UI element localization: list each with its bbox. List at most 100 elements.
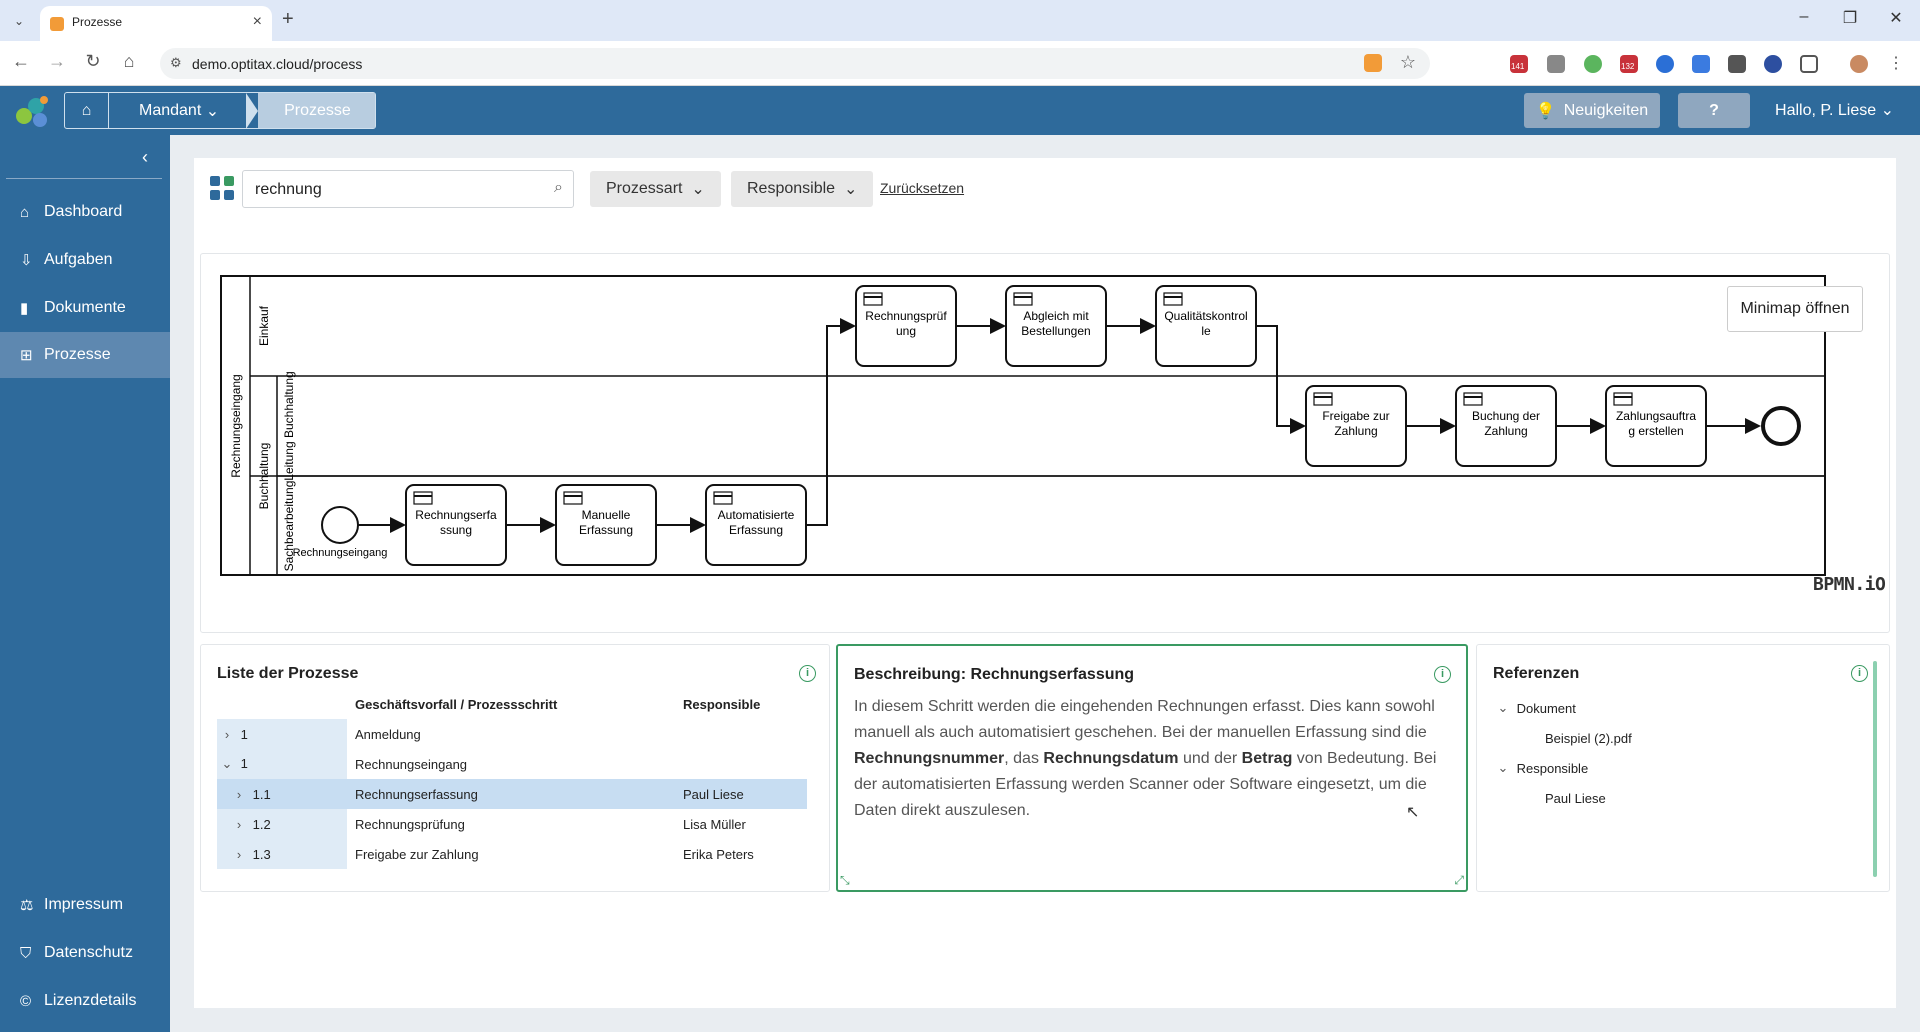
- task-label-line: Abgleich mit: [1023, 309, 1089, 323]
- tree-label: Responsible: [1516, 760, 1589, 776]
- close-tab-icon[interactable]: ×: [253, 13, 262, 31]
- browser-tab[interactable]: Prozesse ×: [40, 6, 272, 41]
- sidebar-item-dokumente[interactable]: ▮ Dokumente: [0, 285, 170, 331]
- bookmark-star-icon[interactable]: ☆: [1400, 52, 1416, 73]
- bpmn-io-logo[interactable]: BPMN.iO: [1813, 574, 1886, 595]
- breadcrumb-current[interactable]: Prozesse: [258, 93, 375, 128]
- row-number-cell[interactable]: › 1.2: [217, 809, 347, 839]
- expand-icon[interactable]: ›: [229, 817, 249, 832]
- process-list-panel: Liste der Prozesse i Geschäftsvorfall / …: [200, 644, 830, 892]
- back-icon[interactable]: ←: [8, 51, 34, 72]
- collapse-sidebar-icon[interactable]: ‹: [142, 147, 148, 168]
- puzzle-icon[interactable]: [1800, 55, 1818, 73]
- start-event-label: Rechnungseingang: [293, 547, 388, 559]
- search-input[interactable]: rechnung ⌕: [242, 170, 574, 208]
- minimap-button[interactable]: Minimap öffnen: [1727, 286, 1863, 332]
- minimize-icon[interactable]: –: [1784, 8, 1824, 26]
- table-row[interactable]: › 1.3 Freigabe zur Zahlung Erika Peters: [217, 839, 807, 869]
- row-number-cell[interactable]: › 1: [217, 719, 347, 749]
- home-icon: ⌂: [81, 101, 92, 119]
- sidebar-item-prozesse[interactable]: ⊞ Prozesse: [0, 332, 170, 378]
- close-window-icon[interactable]: ✕: [1876, 8, 1916, 28]
- calendar-extension-icon[interactable]: 141: [1510, 55, 1528, 73]
- image-extension-icon[interactable]: [1728, 55, 1746, 73]
- task-freigabe-zahlung: Freigabe zur Zahlung: [1305, 385, 1407, 467]
- row-responsible: [683, 719, 807, 749]
- scrollbar[interactable]: [1873, 661, 1877, 877]
- task-automatisierte-erfassung: Automatisierte Erfassung: [705, 484, 807, 566]
- filter-prozessart[interactable]: Prozessart ⌄: [590, 171, 721, 207]
- end-event: [1761, 406, 1801, 446]
- sidebar-item-impressum[interactable]: ⚖ Impressum: [0, 882, 170, 928]
- chevron-down-icon: ⌄: [1497, 760, 1509, 775]
- profile-avatar[interactable]: [1850, 55, 1868, 73]
- divider: [6, 178, 162, 179]
- tree-group-responsible[interactable]: ⌄ Responsible: [1493, 753, 1632, 783]
- add-process-icon[interactable]: [210, 176, 234, 200]
- sidebar-item-label: Impressum: [44, 896, 124, 913]
- info-icon[interactable]: i: [799, 665, 816, 682]
- sidebar-item-dashboard[interactable]: ⌂ Dashboard: [0, 189, 170, 235]
- extension-icon[interactable]: [1764, 55, 1782, 73]
- favicon-icon: [50, 17, 64, 31]
- desc-text: In diesem Schritt werden die eingehenden…: [854, 698, 1435, 741]
- bpmn-canvas[interactable]: Rechnungseingang Einkauf Buchhaltung Lei…: [201, 254, 1891, 634]
- user-greeting: Hallo, P. Liese: [1775, 102, 1877, 119]
- tree-item-responsible[interactable]: Paul Liese: [1493, 783, 1632, 813]
- breadcrumb-home[interactable]: ⌂: [65, 93, 109, 128]
- table-row[interactable]: › 1.2 Rechnungsprüfung Lisa Müller: [217, 809, 807, 839]
- bpmn-diagram[interactable]: Rechnungseingang Einkauf Buchhaltung Lei…: [200, 253, 1890, 633]
- restore-icon[interactable]: ❐: [1830, 8, 1870, 28]
- table-row[interactable]: › 1 Anmeldung: [217, 719, 807, 749]
- badge-count: 132: [1621, 62, 1635, 71]
- table-row[interactable]: › 1.1 Rechnungserfassung Paul Liese: [217, 779, 807, 809]
- tree-item-document[interactable]: Beispiel (2).pdf: [1493, 723, 1632, 753]
- search-icon[interactable]: ⌕: [554, 179, 563, 197]
- reload-icon[interactable]: ↻: [80, 51, 106, 72]
- news-button[interactable]: 💡 Neuigkeiten: [1524, 93, 1660, 128]
- resize-handle-icon[interactable]: ⤢: [1454, 873, 1464, 888]
- site-info-icon[interactable]: ⚙: [170, 55, 182, 71]
- app-logo[interactable]: [14, 94, 50, 128]
- task-label-line: g erstellen: [1628, 424, 1683, 438]
- expand-icon[interactable]: ›: [229, 787, 249, 802]
- rss-extension-icon[interactable]: [1547, 55, 1565, 73]
- desc-bold: Rechnungsdatum: [1043, 750, 1179, 767]
- calendar2-extension-icon[interactable]: 132: [1620, 55, 1638, 73]
- info-icon[interactable]: i: [1851, 665, 1868, 682]
- sidebar-item-datenschutz[interactable]: ⛉ Datenschutz: [0, 930, 170, 976]
- expand-icon[interactable]: ›: [217, 727, 237, 742]
- filter-responsible[interactable]: Responsible ⌄: [731, 171, 874, 207]
- address-bar[interactable]: ⚙ demo.optitax.cloud/process ☆: [160, 48, 1430, 79]
- new-tab-icon[interactable]: +: [282, 8, 294, 31]
- info-icon[interactable]: i: [1434, 666, 1451, 683]
- expand-icon[interactable]: ⌄: [217, 756, 237, 772]
- row-number-cell[interactable]: › 1.3: [217, 839, 347, 869]
- tab-list-icon[interactable]: ⌄: [8, 10, 30, 32]
- url-text: demo.optitax.cloud/process: [192, 56, 363, 72]
- breadcrumb-mandant[interactable]: Mandant ⌄: [109, 93, 247, 128]
- row-number-cell[interactable]: › 1.1: [217, 779, 347, 809]
- tree-group-dokument[interactable]: ⌄ Dokument: [1493, 693, 1632, 723]
- extension-icon[interactable]: [1656, 55, 1674, 73]
- sidebar-item-lizenzdetails[interactable]: © Lizenzdetails: [0, 978, 170, 1024]
- task-label-line: Qualitätskontrol: [1164, 309, 1247, 323]
- extension-icon[interactable]: [1692, 55, 1710, 73]
- task-rechnungspruefung: Rechnungsprüf ung: [855, 285, 957, 367]
- user-menu[interactable]: Hallo, P. Liese ⌄: [1775, 100, 1894, 120]
- reset-link[interactable]: Zurücksetzen: [880, 180, 964, 196]
- expand-icon[interactable]: ›: [229, 847, 249, 862]
- browser-menu-icon[interactable]: ⋮: [1888, 53, 1904, 73]
- help-button[interactable]: ?: [1678, 93, 1750, 128]
- row-number: 1.1: [252, 786, 271, 802]
- table-row[interactable]: ⌄ 1 Rechnungseingang: [217, 749, 807, 779]
- forward-icon[interactable]: →: [44, 51, 70, 72]
- extension-site-icon[interactable]: [1364, 54, 1382, 72]
- process-icon: ⊞: [20, 347, 33, 364]
- extension-icon[interactable]: [1584, 55, 1602, 73]
- description-text: In diesem Schritt werden die eingehenden…: [854, 694, 1454, 824]
- resize-handle-icon[interactable]: ⤡: [840, 873, 850, 888]
- home-icon[interactable]: ⌂: [116, 51, 142, 72]
- sidebar-item-aufgaben[interactable]: ⇩ Aufgaben: [0, 237, 170, 283]
- row-number-cell[interactable]: ⌄ 1: [217, 749, 347, 779]
